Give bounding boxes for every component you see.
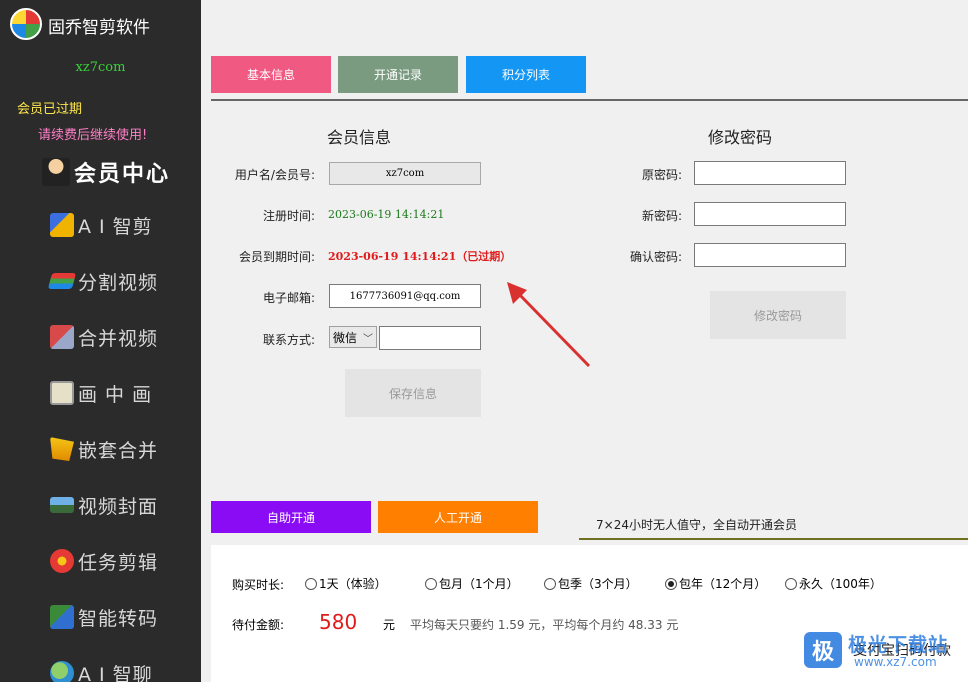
- duration-option-year[interactable]: 包年（12个月）: [665, 575, 766, 592]
- split-video-icon: [47, 273, 77, 289]
- task-edit-icon: [50, 549, 74, 573]
- expire-time-value: 2023-06-19 14:14:21（已过期）: [328, 250, 512, 263]
- radio-checked-icon: [665, 577, 677, 590]
- contact-type-value: 微信: [333, 330, 358, 345]
- picture-in-picture-icon: [50, 381, 74, 405]
- amount-average: 平均每天只要约 1.59 元，平均每个月约 48.33 元: [410, 618, 679, 632]
- option-label: 永久（100年）: [799, 577, 882, 591]
- new-password-field[interactable]: [694, 202, 846, 226]
- new-password-label: 新密码:: [641, 209, 682, 223]
- auto-open-note: 7×24小时无人值守，全自动开通会员: [596, 518, 797, 532]
- member-center-icon: [42, 158, 70, 186]
- old-password-field[interactable]: [694, 161, 846, 185]
- sidebar-item-merge-video[interactable]: 合并视频: [50, 319, 158, 355]
- change-password-button[interactable]: 修改密码: [710, 291, 846, 339]
- tab-manual-open[interactable]: 人工开通: [378, 501, 538, 533]
- watermark-name: 极光下载站: [848, 634, 949, 656]
- sidebar-item-label: A I 智聊: [78, 663, 153, 682]
- sidebar-item-label: 任务剪辑: [78, 551, 159, 574]
- sidebar-item-ai-edit[interactable]: A I 智剪: [50, 207, 153, 243]
- expire-time-label: 会员到期时间:: [238, 250, 315, 264]
- tab-auto-open[interactable]: 自助开通: [211, 501, 371, 533]
- sidebar-item-nested-merge[interactable]: 嵌套合并: [50, 431, 158, 467]
- smart-transcode-icon: [50, 605, 74, 629]
- amount-value: 580: [319, 610, 358, 634]
- contact-field[interactable]: [379, 326, 481, 350]
- duration-label: 购买时长:: [232, 578, 285, 592]
- duration-option-quarter[interactable]: 包季（3个月）: [544, 575, 638, 592]
- sidebar-item-label: 智能转码: [78, 607, 159, 630]
- option-label: 包季（3个月）: [558, 577, 638, 591]
- username-label: 用户名/会员号:: [234, 168, 315, 182]
- option-label: 包月（1个月）: [439, 577, 519, 591]
- payment-divider: [579, 538, 968, 540]
- member-info-title: 会员信息: [327, 128, 392, 147]
- radio-icon: [425, 577, 437, 590]
- contact-label: 联系方式:: [262, 333, 315, 347]
- watermark-url: www.xz7.com: [854, 655, 937, 669]
- email-field[interactable]: 1677736091@qq.com: [329, 284, 481, 308]
- radio-icon: [305, 577, 317, 590]
- option-label: 1天（体验）: [319, 577, 387, 591]
- change-password-title: 修改密码: [708, 128, 773, 147]
- video-cover-icon: [50, 497, 74, 513]
- sidebar-item-video-cover[interactable]: 视频封面: [50, 487, 158, 523]
- sidebar-item-label: 画 中 画: [78, 383, 153, 406]
- sidebar-item-picture-in-picture[interactable]: 画 中 画: [50, 375, 152, 411]
- tab-divider: [211, 99, 968, 101]
- site-tag: xz7com: [75, 60, 126, 75]
- email-label: 电子邮箱:: [262, 291, 315, 305]
- watermark-logo-icon: 极: [804, 632, 842, 668]
- register-time-value: 2023-06-19 14:14:21: [328, 208, 445, 221]
- username-field: xz7com: [329, 162, 481, 185]
- tab-points-list[interactable]: 积分列表: [466, 56, 586, 93]
- sidebar-item-label: 视频封面: [78, 495, 159, 518]
- main-panel: 基本信息 开通记录 积分列表 会员信息 用户名/会员号: xz7com 注册时间…: [201, 0, 968, 682]
- ai-edit-icon: [50, 213, 74, 237]
- member-status: 会员已过期: [17, 102, 83, 117]
- sidebar-item-task-edit[interactable]: 任务剪辑: [50, 543, 158, 579]
- app-title: 固乔智剪软件: [48, 18, 150, 38]
- tab-open-records[interactable]: 开通记录: [338, 56, 458, 93]
- sidebar-item-ai-chat[interactable]: A I 智聊: [50, 655, 153, 682]
- confirm-password-field[interactable]: [694, 243, 846, 267]
- duration-option-forever[interactable]: 永久（100年）: [785, 575, 882, 592]
- sidebar-item-label: 会员中心: [74, 161, 171, 187]
- sidebar-item-member-center[interactable]: 会员中心: [42, 154, 170, 190]
- duration-option-1day[interactable]: 1天（体验）: [305, 575, 387, 592]
- renew-hint: 请续费后继续使用!: [38, 128, 148, 143]
- sidebar-item-label: A I 智剪: [78, 215, 153, 238]
- save-info-button[interactable]: 保存信息: [345, 369, 481, 417]
- radio-icon: [785, 577, 797, 590]
- watermark: 极 极光下载站 www.xz7.com: [804, 630, 968, 674]
- sidebar-item-split-video[interactable]: 分割视频: [47, 263, 159, 299]
- old-password-label: 原密码:: [641, 168, 682, 182]
- merge-video-icon: [50, 325, 74, 349]
- amount-label: 待付金额:: [232, 618, 285, 632]
- tab-basic-info[interactable]: 基本信息: [211, 56, 331, 93]
- annotation-arrow-icon: [507, 282, 591, 368]
- sidebar: 固乔智剪软件 xz7com 会员已过期 请续费后继续使用! 会员中心 A I 智…: [0, 0, 201, 682]
- sidebar-item-label: 嵌套合并: [78, 439, 159, 462]
- app-logo-icon: [10, 8, 42, 40]
- amount-unit: 元: [383, 618, 396, 632]
- option-label: 包年（12个月）: [679, 577, 767, 591]
- sidebar-item-label: 分割视频: [78, 271, 159, 294]
- duration-option-month[interactable]: 包月（1个月）: [425, 575, 519, 592]
- radio-icon: [544, 577, 556, 590]
- ai-chat-icon: [50, 661, 74, 682]
- confirm-password-label: 确认密码:: [629, 250, 682, 264]
- contact-type-select[interactable]: 微信 ﹀: [329, 326, 377, 348]
- sidebar-item-smart-transcode[interactable]: 智能转码: [50, 599, 158, 635]
- sidebar-item-label: 合并视频: [78, 327, 159, 350]
- register-time-label: 注册时间:: [262, 209, 315, 223]
- chevron-down-icon: ﹀: [363, 334, 373, 345]
- nested-merge-icon: [50, 437, 74, 461]
